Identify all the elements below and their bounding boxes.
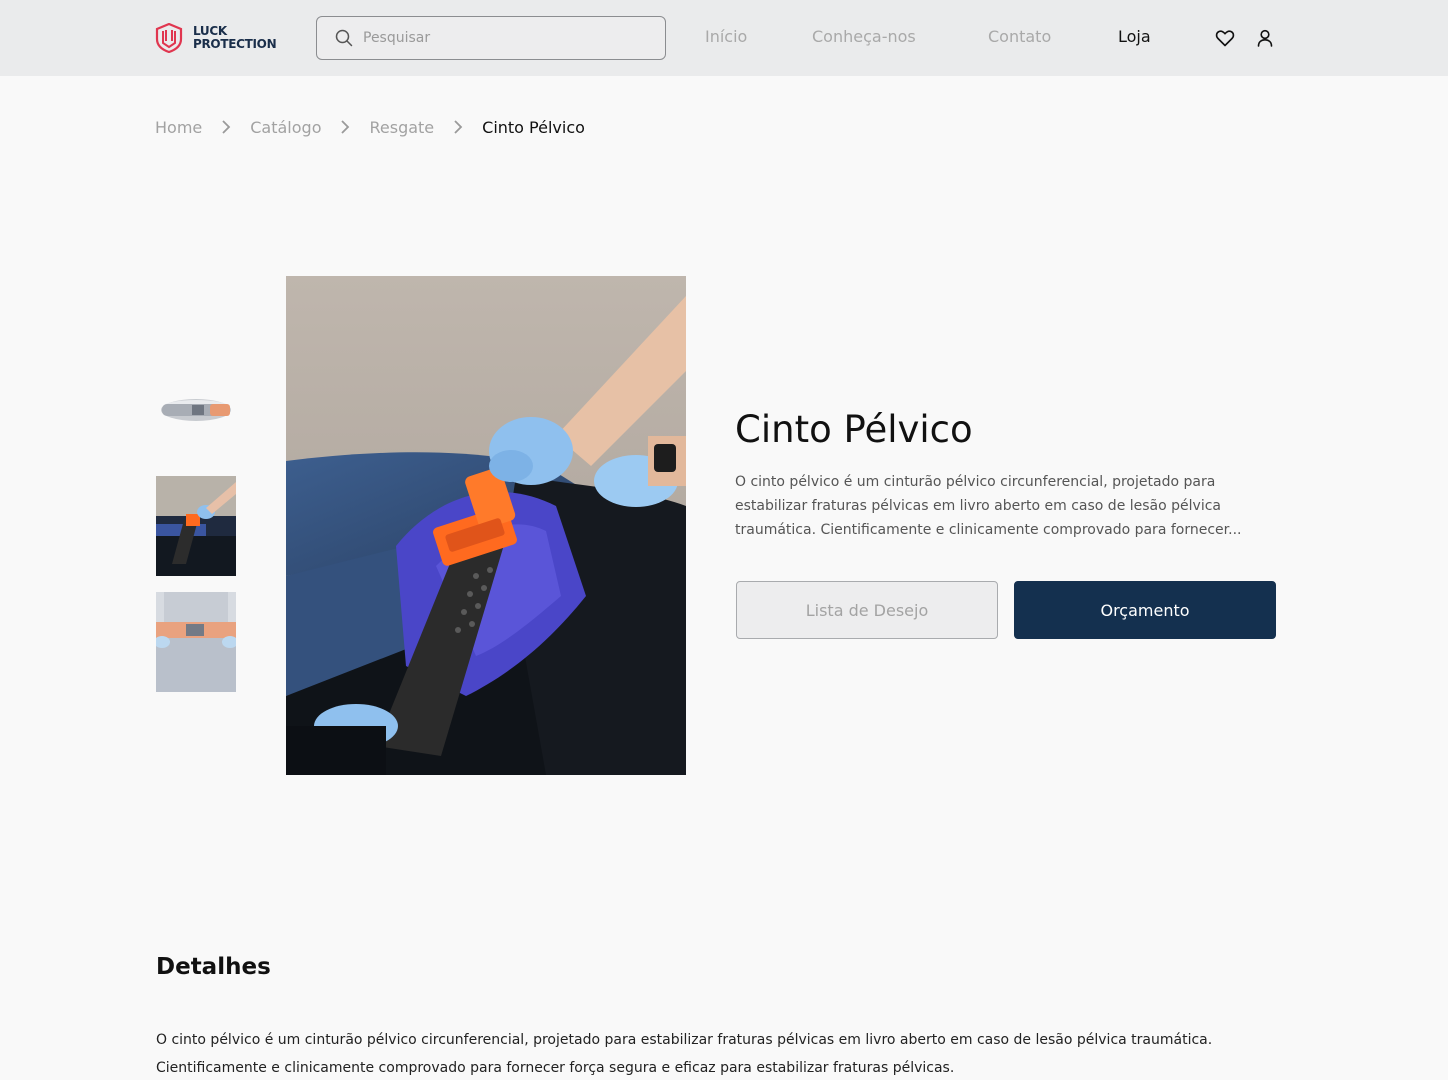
- brand-logo[interactable]: LUCK PROTECTION: [155, 22, 280, 54]
- chevron-right-icon: [452, 119, 464, 135]
- logo-shield-icon: [155, 23, 183, 53]
- logo-line-2: PROTECTION: [193, 37, 277, 51]
- details-heading: Detalhes: [156, 954, 271, 980]
- add-to-wishlist-button[interactable]: Lista de Desejo: [736, 581, 998, 639]
- product-title: Cinto Pélvico: [735, 408, 973, 451]
- search-input[interactable]: [363, 30, 653, 46]
- request-quote-button[interactable]: Orçamento: [1014, 581, 1276, 639]
- user-icon[interactable]: [1254, 27, 1276, 49]
- breadcrumb: Home Catálogo Resgate Cinto Pélvico: [155, 116, 585, 138]
- breadcrumb-home[interactable]: Home: [155, 118, 202, 137]
- nav-contato[interactable]: Contato: [988, 27, 1051, 46]
- chevron-right-icon: [339, 119, 351, 135]
- rescue-photo: [286, 276, 686, 775]
- breadcrumb-catalogo[interactable]: Catálogo: [250, 118, 321, 137]
- rescue-photo-thumb: [156, 476, 236, 576]
- breadcrumb-current: Cinto Pélvico: [482, 117, 585, 137]
- heart-icon[interactable]: [1214, 27, 1236, 49]
- search-icon: [335, 29, 353, 47]
- product-short-description: O cinto pélvico é um cinturão pélvico ci…: [735, 474, 1242, 538]
- product-thumbnail-1[interactable]: [156, 360, 236, 460]
- nav-conheca-nos[interactable]: Conheça-nos: [812, 27, 916, 46]
- nav-inicio[interactable]: Início: [705, 27, 747, 46]
- belt-worn-photo-thumb: [156, 592, 236, 692]
- belt-image: [156, 360, 236, 460]
- chevron-right-icon: [220, 119, 232, 135]
- nav-loja[interactable]: Loja: [1118, 27, 1151, 46]
- product-thumbnail-2[interactable]: [156, 476, 236, 576]
- breadcrumb-resgate[interactable]: Resgate: [369, 118, 434, 137]
- top-navbar: LUCK PROTECTION Início Conheça-nos Conta…: [0, 0, 1448, 76]
- search-box[interactable]: [316, 16, 666, 60]
- product-thumbnail-3[interactable]: [156, 592, 236, 692]
- product-main-image: [286, 276, 686, 775]
- details-description: O cinto pélvico é um cinturão pélvico ci…: [156, 1032, 1213, 1076]
- logo-text: LUCK PROTECTION: [193, 25, 277, 51]
